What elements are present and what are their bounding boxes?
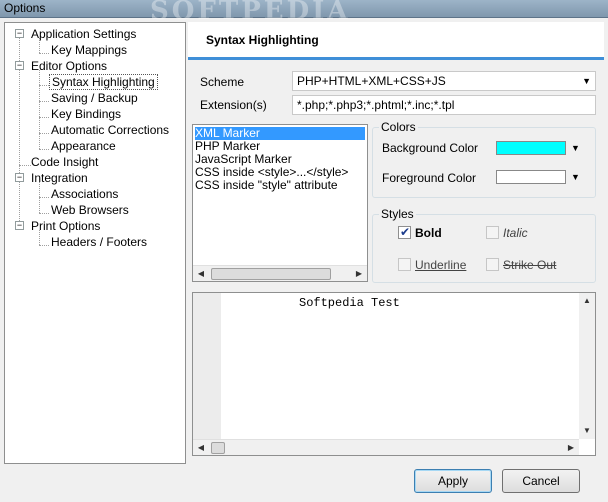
scheme-value: PHP+HTML+XML+CSS+JS xyxy=(297,74,446,88)
tree-item-integration[interactable]: Integration xyxy=(29,170,90,186)
tree-item-appearance[interactable]: Appearance xyxy=(49,138,118,154)
scheme-label: Scheme xyxy=(200,75,245,89)
extensions-value: *.php;*.php3;*.phtml;*.inc;*.tpl xyxy=(297,98,455,112)
bold-label: Bold xyxy=(415,226,442,240)
dropdown-arrow-icon[interactable]: ▼ xyxy=(582,72,591,90)
italic-label: Italic xyxy=(503,226,528,240)
list-item[interactable]: CSS inside "style" attribute xyxy=(195,179,338,192)
collapse-icon[interactable]: − xyxy=(15,221,24,230)
cancel-button[interactable]: Cancel xyxy=(502,469,580,493)
scroll-left-icon[interactable]: ◀ xyxy=(193,440,209,455)
foreground-color-swatch[interactable] xyxy=(496,170,566,184)
dropdown-arrow-icon[interactable]: ▼ xyxy=(571,172,580,182)
window-title: Options xyxy=(4,1,46,15)
scroll-right-icon[interactable]: ▶ xyxy=(351,266,367,281)
collapse-icon[interactable]: − xyxy=(15,61,24,70)
panel-title: Syntax Highlighting xyxy=(206,33,319,47)
options-tree[interactable]: − − − − Application Settings Key Mapping… xyxy=(4,22,186,464)
scroll-down-icon[interactable]: ▼ xyxy=(579,423,595,439)
colors-group: Colors xyxy=(372,120,596,198)
tree-line xyxy=(39,53,49,54)
strikeout-label: Strike Out xyxy=(503,258,557,272)
scroll-thumb[interactable] xyxy=(211,268,331,280)
tree-item-web-browsers[interactable]: Web Browsers xyxy=(49,202,131,218)
apply-button[interactable]: Apply xyxy=(414,469,492,493)
foreground-color-label: Foreground Color xyxy=(382,171,477,185)
scroll-right-icon[interactable]: ▶ xyxy=(563,440,579,455)
tree-line xyxy=(39,197,49,198)
tree-item-associations[interactable]: Associations xyxy=(49,186,120,202)
scroll-up-icon[interactable]: ▲ xyxy=(579,293,595,309)
scroll-thumb[interactable] xyxy=(211,442,225,454)
panel-header: Syntax Highlighting xyxy=(188,22,604,60)
tree-item-saving-backup[interactable]: Saving / Backup xyxy=(49,90,140,106)
dropdown-arrow-icon[interactable]: ▼ xyxy=(571,143,580,153)
tree-item-editor-options[interactable]: Editor Options xyxy=(29,58,109,74)
tree-item-print-options[interactable]: Print Options xyxy=(29,218,102,234)
bold-checkbox[interactable] xyxy=(398,225,411,239)
collapse-icon[interactable]: − xyxy=(15,29,24,38)
scroll-left-icon[interactable]: ◀ xyxy=(193,266,209,281)
title-bar: Options SOFTPEDIA xyxy=(0,0,608,26)
preview-area[interactable]: Softpedia Test ▲ ▼ ◀ ▶ xyxy=(192,292,596,456)
tree-item-syntax-highlighting[interactable]: Syntax Highlighting xyxy=(49,74,158,90)
tree-line xyxy=(39,117,49,118)
italic-checkbox[interactable] xyxy=(486,226,499,239)
colors-legend: Colors xyxy=(381,120,416,134)
tree-line xyxy=(39,245,49,246)
tree-line xyxy=(39,101,49,102)
underline-label: Underline xyxy=(415,258,467,272)
scheme-select[interactable]: PHP+HTML+XML+CSS+JS ▼ xyxy=(292,71,596,91)
collapse-icon[interactable]: − xyxy=(15,173,24,182)
background-color-swatch[interactable] xyxy=(496,141,566,155)
tree-item-automatic-corrections[interactable]: Automatic Corrections xyxy=(49,122,171,138)
preview-vscrollbar[interactable]: ▲ ▼ xyxy=(579,293,595,439)
tree-line xyxy=(39,70,40,149)
tree-line xyxy=(39,149,49,150)
tree-line xyxy=(39,133,49,134)
tree-item-headers-footers[interactable]: Headers / Footers xyxy=(49,234,149,250)
tree-item-application-settings[interactable]: Application Settings xyxy=(29,26,138,42)
background-color-label: Background Color xyxy=(382,141,479,155)
preview-hscrollbar[interactable]: ◀ ▶ xyxy=(193,439,579,455)
preview-text: Softpedia Test xyxy=(299,296,400,310)
tree-item-key-mappings[interactable]: Key Mappings xyxy=(49,42,129,58)
styles-group: Styles xyxy=(372,207,596,283)
tree-line xyxy=(39,213,49,214)
tree-item-code-insight[interactable]: Code Insight xyxy=(29,154,100,170)
tree-item-key-bindings[interactable]: Key Bindings xyxy=(49,106,123,122)
marker-list-hscrollbar[interactable]: ◀ ▶ xyxy=(193,265,367,281)
extensions-label: Extension(s) xyxy=(200,98,267,112)
tree-line xyxy=(39,85,49,86)
marker-list[interactable]: XML Marker PHP Marker JavaScript Marker … xyxy=(192,124,368,282)
extensions-input[interactable]: *.php;*.php3;*.phtml;*.inc;*.tpl xyxy=(292,95,596,115)
strikeout-checkbox[interactable] xyxy=(486,258,499,271)
preview-gutter xyxy=(193,293,221,439)
styles-legend: Styles xyxy=(381,207,414,221)
underline-checkbox[interactable] xyxy=(398,258,411,271)
